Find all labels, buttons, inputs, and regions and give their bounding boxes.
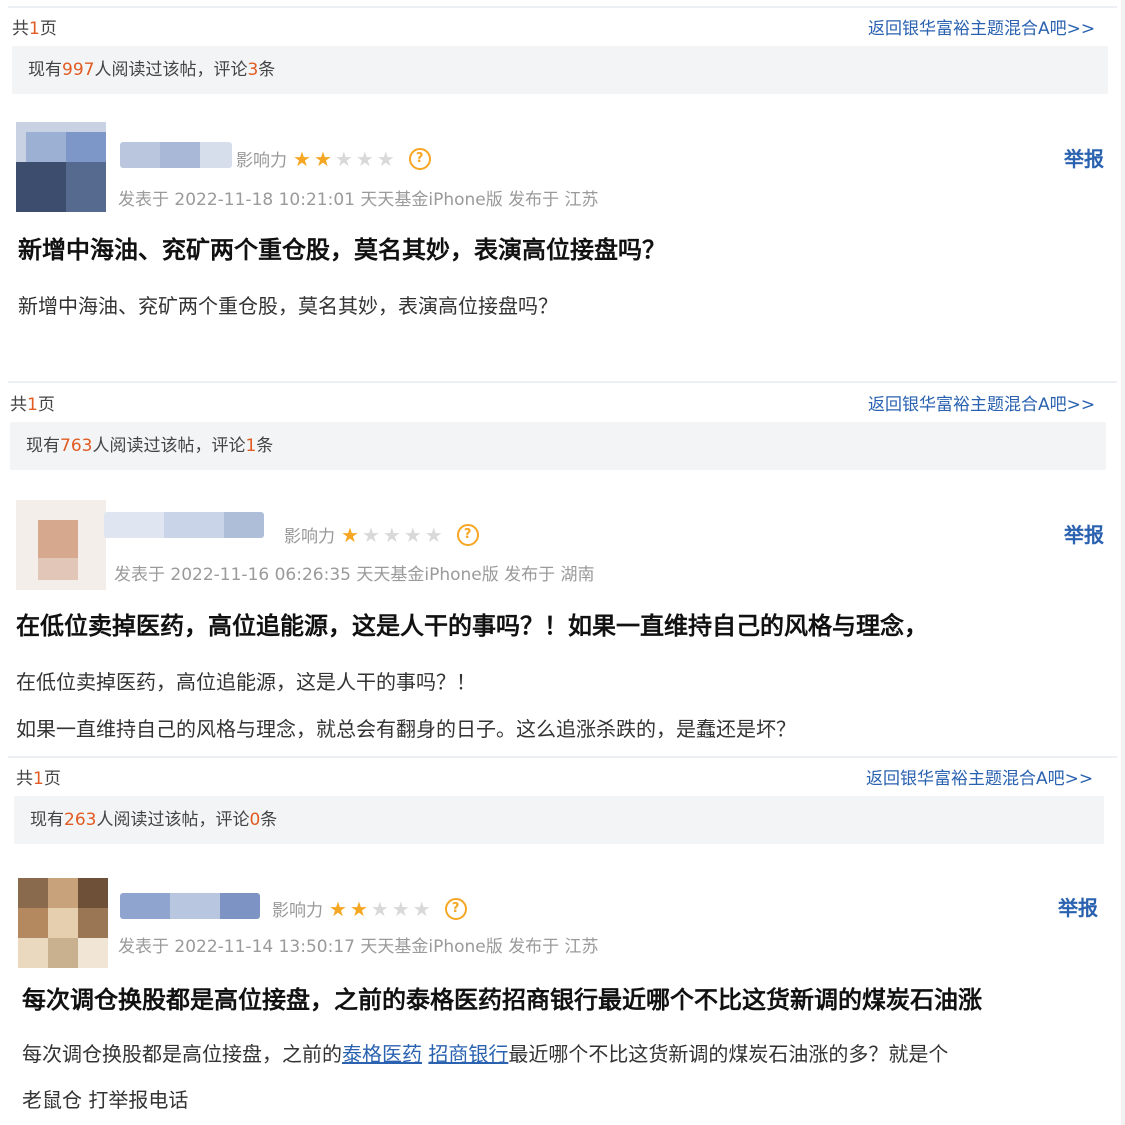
- post-body-line: 老鼠仓 打举报电话: [22, 1088, 189, 1112]
- star-icon: ★: [424, 522, 443, 547]
- page-count-suffix: 页: [37, 395, 55, 415]
- star-rating: ★ ★ ★ ★ ★: [341, 525, 443, 545]
- divider: [8, 6, 1117, 8]
- page-count-prefix: 共: [10, 395, 27, 415]
- stock-link[interactable]: 招商银行: [428, 1042, 508, 1066]
- post-stats: 现有997人阅读过该帖，评论3条: [12, 46, 1108, 94]
- back-to-forum-link[interactable]: 返回银华富裕主题混合A吧>>: [866, 764, 1093, 789]
- page-count-suffix: 页: [39, 19, 57, 39]
- page-count: 共1页: [16, 764, 61, 789]
- report-button[interactable]: 举报: [1064, 143, 1104, 172]
- scrollbar-track[interactable]: [1121, 0, 1125, 1125]
- read-count: 997: [62, 60, 95, 80]
- star-icon: ★: [391, 896, 410, 921]
- comment-count: 3: [247, 60, 259, 80]
- back-to-forum-link[interactable]: 返回银华富裕主题混合A吧>>: [868, 14, 1095, 39]
- back-to-forum-link[interactable]: 返回银华富裕主题混合A吧>>: [868, 390, 1095, 415]
- influence-label: 影响力: [236, 151, 287, 171]
- post-body-line: 新增中海油、兖矿两个重仓股，莫名其妙，表演高位接盘吗？: [18, 294, 558, 318]
- post-meta: 发表于 2022-11-18 10:21:01 天天基金iPhone版 发布于 …: [118, 190, 599, 210]
- influence-rating: 影响力 ★ ★ ★ ★ ★ ?: [284, 522, 479, 547]
- star-icon: ★: [361, 522, 380, 547]
- page-count: 共1页: [12, 14, 57, 39]
- post-body-line: 如果一直维持自己的风格与理念，就总会有翻身的日子。这么追涨杀跌的，是蠢还是坏？: [16, 717, 796, 741]
- stats-suffix: 条: [260, 810, 278, 830]
- page-count-suffix: 页: [43, 769, 61, 789]
- post-title: 每次调仓换股都是高位接盘，之前的泰格医药招商银行最近哪个不比这货新调的煤炭石油涨: [22, 986, 982, 1014]
- comment-count: 0: [249, 810, 261, 830]
- divider: [8, 381, 1117, 383]
- stats-mid: 人阅读过该帖，评论: [94, 60, 248, 80]
- post-body-text: 最近哪个不比这货新调的煤炭石油涨的多？就是个: [508, 1042, 949, 1066]
- avatar[interactable]: [16, 500, 106, 590]
- influence-rating: 影响力 ★ ★ ★ ★ ★ ?: [272, 896, 467, 921]
- post-meta: 发表于 2022-11-14 13:50:17 天天基金iPhone版 发布于 …: [118, 937, 599, 957]
- question-mark-icon[interactable]: ?: [408, 147, 431, 170]
- star-icon: ★: [329, 896, 347, 921]
- read-count: 263: [64, 810, 97, 830]
- username-blurred[interactable]: [104, 512, 264, 538]
- star-icon: ★: [412, 896, 431, 921]
- influence-label: 影响力: [284, 527, 335, 547]
- star-icon: ★: [376, 146, 395, 171]
- stock-link[interactable]: 泰格医药: [342, 1042, 422, 1066]
- star-rating: ★ ★ ★ ★ ★: [293, 149, 395, 169]
- star-icon: ★: [349, 896, 368, 921]
- star-icon: ★: [293, 146, 311, 171]
- page-count-number: 1: [27, 395, 38, 415]
- page-count-prefix: 共: [12, 19, 29, 39]
- stats-prefix: 现有: [30, 810, 64, 830]
- divider: [8, 756, 1117, 758]
- post-title: 新增中海油、兖矿两个重仓股，莫名其妙，表演高位接盘吗？: [18, 236, 666, 264]
- avatar[interactable]: [18, 878, 108, 968]
- avatar[interactable]: [16, 122, 106, 212]
- star-icon: ★: [355, 146, 374, 171]
- post-stats: 现有763人阅读过该帖，评论1条: [10, 422, 1106, 470]
- influence-label: 影响力: [272, 901, 323, 921]
- star-icon: ★: [370, 896, 389, 921]
- post-body-text: 每次调仓换股都是高位接盘，之前的: [22, 1042, 342, 1066]
- star-icon: ★: [341, 522, 359, 547]
- report-button[interactable]: 举报: [1058, 892, 1098, 921]
- page-count-prefix: 共: [16, 769, 33, 789]
- star-icon: ★: [403, 522, 422, 547]
- stats-mid: 人阅读过该帖，评论: [96, 810, 250, 830]
- post-meta: 发表于 2022-11-16 06:26:35 天天基金iPhone版 发布于 …: [114, 565, 595, 585]
- post-body-line: 每次调仓换股都是高位接盘，之前的泰格医药 招商银行最近哪个不比这货新调的煤炭石油…: [22, 1038, 948, 1067]
- stats-prefix: 现有: [26, 436, 60, 456]
- star-icon: ★: [334, 146, 353, 171]
- influence-rating: 影响力 ★ ★ ★ ★ ★ ?: [236, 146, 431, 171]
- page-count-number: 1: [33, 769, 44, 789]
- question-mark-icon[interactable]: ?: [456, 523, 479, 546]
- stats-suffix: 条: [258, 60, 276, 80]
- username-blurred[interactable]: [120, 142, 232, 168]
- stats-suffix: 条: [256, 436, 274, 456]
- stats-mid: 人阅读过该帖，评论: [92, 436, 246, 456]
- username-blurred[interactable]: [120, 893, 260, 919]
- post-stats: 现有263人阅读过该帖，评论0条: [14, 796, 1104, 844]
- report-button[interactable]: 举报: [1064, 519, 1104, 548]
- star-rating: ★ ★ ★ ★ ★: [329, 899, 431, 919]
- post-body-line: 在低位卖掉医药，高位追能源，这是人干的事吗？！: [16, 670, 476, 694]
- post-title: 在低位卖掉医药，高位追能源，这是人干的事吗？！如果一直维持自己的风格与理念，: [16, 612, 928, 640]
- comment-count: 1: [245, 436, 257, 456]
- page-count: 共1页: [10, 390, 55, 415]
- page-count-number: 1: [29, 19, 40, 39]
- stats-prefix: 现有: [28, 60, 62, 80]
- read-count: 763: [60, 436, 93, 456]
- question-mark-icon[interactable]: ?: [444, 897, 467, 920]
- star-icon: ★: [313, 146, 332, 171]
- star-icon: ★: [382, 522, 401, 547]
